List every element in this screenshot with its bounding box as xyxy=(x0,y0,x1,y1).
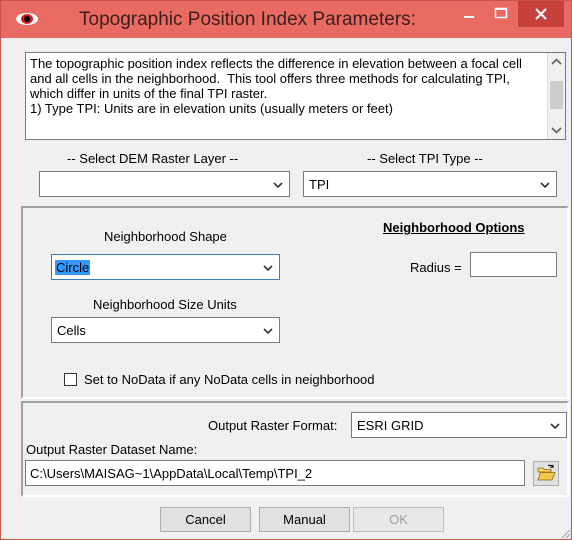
tpi-type-value: TPI xyxy=(309,177,330,192)
output-dataset-value: C:\Users\MAISAG~1\AppData\Local\Temp\TPI… xyxy=(30,466,313,481)
close-button[interactable] xyxy=(518,1,564,27)
title-bar[interactable]: Topographic Position Index Parameters: xyxy=(1,1,571,38)
folder-open-icon xyxy=(537,464,556,481)
scroll-thumb[interactable] xyxy=(550,81,563,109)
chevron-down-icon xyxy=(551,127,562,134)
chevron-down-icon xyxy=(273,182,283,189)
scroll-down-button[interactable] xyxy=(548,122,565,139)
ok-button[interactable]: OK xyxy=(353,507,444,532)
neighborhood-options-heading: Neighborhood Options xyxy=(383,220,525,235)
maximize-button[interactable] xyxy=(487,1,515,27)
eye-icon xyxy=(16,13,38,25)
window-title: Topographic Position Index Parameters: xyxy=(79,9,416,30)
tpi-type-label: -- Select TPI Type -- xyxy=(367,151,483,166)
resize-grip-icon[interactable] xyxy=(559,527,571,539)
chevron-up-icon xyxy=(551,58,562,65)
minimize-button[interactable] xyxy=(455,1,483,27)
minimize-icon xyxy=(464,16,474,18)
nodata-checkbox-label[interactable]: Set to NoData if any NoData cells in nei… xyxy=(84,372,375,387)
dem-layer-dropdown[interactable] xyxy=(39,171,290,197)
neighborhood-shape-value: Circle xyxy=(55,260,91,275)
size-units-value: Cells xyxy=(57,323,86,338)
scroll-up-button[interactable] xyxy=(548,53,565,70)
neighborhood-shape-dropdown[interactable]: Circle xyxy=(51,254,280,280)
description-scrollbar[interactable] xyxy=(547,53,565,139)
output-format-dropdown[interactable]: ESRI GRID xyxy=(351,412,567,438)
output-format-value: ESRI GRID xyxy=(357,418,424,433)
cancel-button[interactable]: Cancel xyxy=(160,507,251,532)
chevron-down-icon xyxy=(263,265,273,272)
manual-button[interactable]: Manual xyxy=(259,507,350,532)
nodata-checkbox[interactable] xyxy=(64,373,77,386)
output-format-label: Output Raster Format: xyxy=(208,418,338,433)
close-icon xyxy=(535,8,547,20)
radius-label: Radius = xyxy=(410,260,462,275)
neighborhood-shape-label: Neighborhood Shape xyxy=(104,229,227,244)
maximize-icon xyxy=(494,7,508,19)
chevron-down-icon xyxy=(263,328,273,335)
neighborhood-size-units-label: Neighborhood Size Units xyxy=(93,297,237,312)
dem-layer-label: -- Select DEM Raster Layer -- xyxy=(67,151,239,166)
description-text: The topographic position index reflects … xyxy=(30,56,522,116)
description-textbox[interactable]: The topographic position index reflects … xyxy=(25,52,566,140)
size-units-dropdown[interactable]: Cells xyxy=(51,317,280,343)
chevron-down-icon xyxy=(540,182,550,189)
chevron-down-icon xyxy=(550,423,560,430)
output-dataset-input[interactable]: C:\Users\MAISAG~1\AppData\Local\Temp\TPI… xyxy=(25,460,525,486)
radius-input[interactable] xyxy=(470,252,557,277)
output-dataset-label: Output Raster Dataset Name: xyxy=(26,442,198,457)
tpi-parameters-dialog: Topographic Position Index Parameters: T… xyxy=(0,0,572,540)
browse-button[interactable] xyxy=(533,461,559,486)
tpi-type-dropdown[interactable]: TPI xyxy=(303,171,557,197)
